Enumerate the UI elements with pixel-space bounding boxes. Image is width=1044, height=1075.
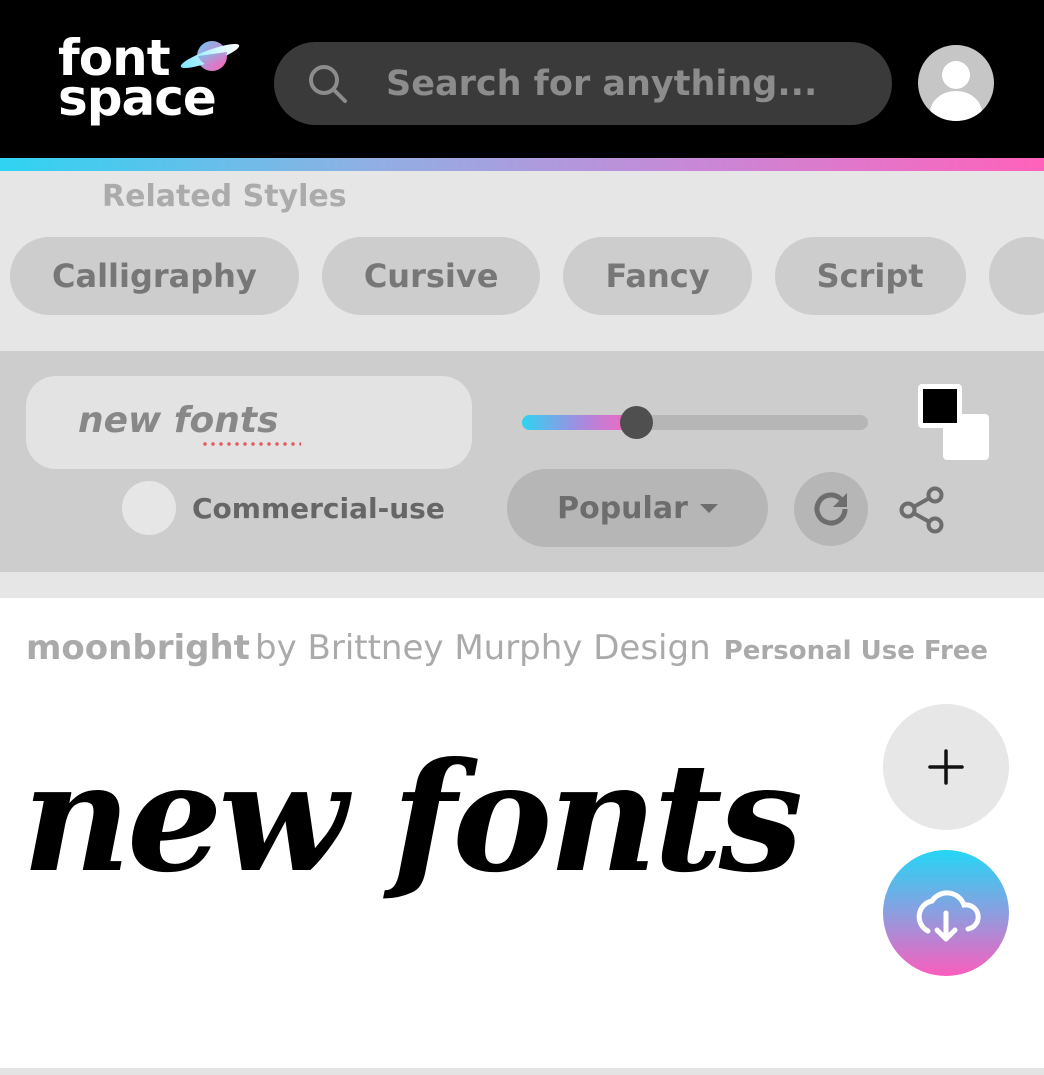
search-icon <box>309 65 347 103</box>
section-divider <box>0 572 1044 598</box>
share-icon[interactable] <box>897 485 947 535</box>
font-name-link[interactable]: moonbright <box>26 628 250 668</box>
related-styles-chips[interactable]: Calligraphy Cursive Fancy Script <box>10 237 1044 315</box>
preview-controls: new fonts Commercial-use Popular <box>0 351 1044 572</box>
top-header: font space <box>0 0 1044 158</box>
fontspace-logo[interactable]: font space <box>58 33 248 134</box>
color-swap-icon[interactable] <box>918 384 990 462</box>
search-input[interactable] <box>386 60 866 108</box>
commercial-use-checkbox[interactable] <box>122 481 176 535</box>
related-styles-section: Related Styles Calligraphy Cursive Fancy… <box>0 171 1044 351</box>
font-preview-text[interactable]: new fonts <box>22 718 803 918</box>
user-avatar-button[interactable] <box>918 45 994 121</box>
slider-fill <box>522 415 637 430</box>
preview-text-value[interactable]: new fonts <box>78 400 279 441</box>
chip-fancy[interactable]: Fancy <box>563 237 752 315</box>
font-designer-link[interactable]: by Brittney Murphy Design <box>255 628 711 668</box>
sort-label: Popular <box>557 490 688 526</box>
slider-thumb[interactable] <box>620 406 654 439</box>
header-gradient-bar <box>0 158 1044 171</box>
commercial-use-label: Commercial-use <box>192 491 445 525</box>
add-to-collection-button[interactable] <box>883 704 1009 830</box>
caret-down-icon <box>699 503 718 513</box>
planet-icon <box>180 41 240 71</box>
license-label[interactable]: Personal Use Free <box>724 636 988 666</box>
chip-calligraphy[interactable]: Calligraphy <box>10 237 299 315</box>
plus-icon <box>928 749 964 785</box>
download-button[interactable] <box>883 850 1009 976</box>
related-styles-title: Related Styles <box>102 179 347 214</box>
font-size-slider[interactable] <box>522 406 868 439</box>
chip-script[interactable]: Script <box>774 237 966 315</box>
cloud-download-icon <box>916 890 981 942</box>
spellcheck-underline <box>201 442 301 446</box>
sort-dropdown[interactable]: Popular <box>507 469 768 547</box>
chip-cursive[interactable]: Cursive <box>321 237 541 315</box>
preview-text-input[interactable]: new fonts <box>26 376 472 469</box>
foreground-color-swatch[interactable] <box>918 384 962 428</box>
user-icon <box>930 61 982 121</box>
font-card: moonbright by Brittney Murphy Design Per… <box>0 598 1044 1068</box>
search-bar[interactable] <box>274 42 892 125</box>
card-divider <box>0 1068 1044 1075</box>
refresh-button[interactable] <box>794 472 868 546</box>
logo-text-space: space <box>58 69 217 127</box>
commercial-use-toggle[interactable]: Commercial-use <box>122 481 445 535</box>
font-meta: moonbright by Brittney Murphy Design Per… <box>26 628 988 668</box>
chip-partial[interactable] <box>988 237 1044 315</box>
refresh-icon <box>814 492 848 526</box>
